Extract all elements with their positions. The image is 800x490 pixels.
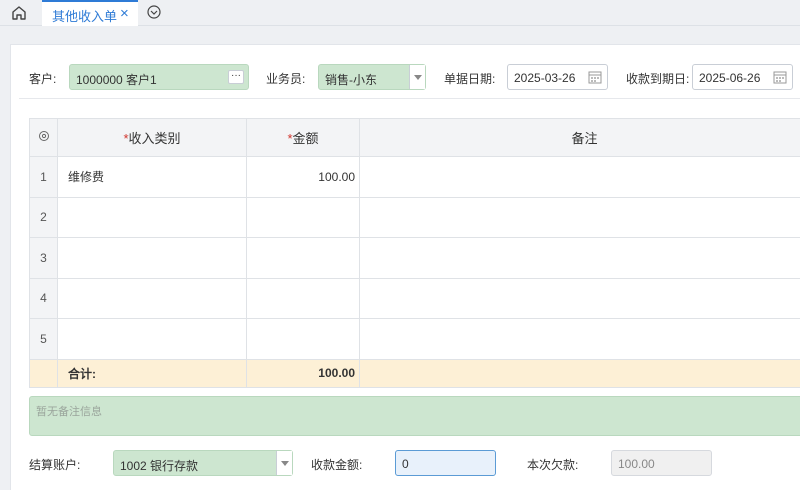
column-amount-label: 金额 [292, 131, 319, 146]
row-number: 1 [29, 156, 58, 198]
total-amount: 100.00 [246, 358, 360, 388]
amount-cell[interactable] [246, 277, 360, 319]
total-note [359, 358, 800, 388]
remark-placeholder: 暂无备注信息 [36, 406, 102, 418]
income-grid: *收入类别 *金额 备注 1 维修费 100.00 2 3 4 5 合计: 10… [29, 118, 800, 388]
total-row: 合计: 100.00 [29, 358, 800, 388]
total-spacer [29, 358, 58, 388]
row-number: 3 [29, 237, 58, 279]
table-row: 5 [29, 318, 800, 360]
column-note[interactable]: 备注 [359, 118, 800, 157]
due-date-field[interactable]: 2025-06-26 [692, 64, 793, 90]
chevron-down-icon[interactable] [409, 65, 425, 89]
doc-date-label: 单据日期: [444, 72, 496, 86]
received-amount-input[interactable]: 0 [395, 450, 496, 476]
note-cell[interactable] [359, 277, 800, 319]
column-category[interactable]: *收入类别 [57, 118, 247, 157]
amount-cell[interactable] [246, 318, 360, 360]
grid-header: *收入类别 *金额 备注 [29, 118, 800, 157]
home-icon[interactable] [10, 4, 28, 22]
column-amount[interactable]: *金额 [246, 118, 360, 157]
doc-date-value: 2025-03-26 [514, 71, 576, 85]
chevron-down-circle-icon[interactable] [146, 4, 162, 20]
chevron-down-icon[interactable] [276, 451, 292, 475]
table-row: 4 [29, 277, 800, 319]
customer-value: 1000000 客户1 [76, 73, 157, 87]
amount-cell[interactable] [246, 237, 360, 279]
close-icon[interactable]: × [120, 5, 129, 22]
category-cell[interactable] [57, 196, 247, 238]
column-settings[interactable] [29, 118, 58, 157]
note-cell[interactable] [359, 237, 800, 279]
header-divider [19, 98, 800, 99]
owed-value: 100.00 [618, 457, 655, 471]
salesperson-value: 销售-小东 [325, 73, 377, 87]
doc-date-field[interactable]: 2025-03-26 [507, 64, 608, 90]
received-label: 收款金额: [311, 458, 363, 472]
total-label: 合计: [57, 358, 247, 388]
ellipsis-icon[interactable]: ··· [228, 70, 244, 84]
owed-amount-field: 100.00 [611, 450, 712, 476]
tab-label: 其他收入单 [52, 9, 118, 24]
received-value: 0 [402, 457, 409, 471]
note-cell[interactable] [359, 156, 800, 198]
customer-label: 客户: [29, 72, 57, 86]
category-cell[interactable] [57, 237, 247, 279]
account-select[interactable]: 1002 银行存款 [113, 450, 293, 476]
column-category-label: 收入类别 [128, 131, 181, 146]
row-number: 5 [29, 318, 58, 360]
row-number: 4 [29, 277, 58, 319]
due-date-value: 2025-06-26 [699, 71, 761, 85]
row-number: 2 [29, 196, 58, 238]
note-cell[interactable] [359, 196, 800, 238]
account-label: 结算账户: [29, 458, 81, 472]
category-cell[interactable] [57, 277, 247, 319]
owed-label: 本次欠款: [527, 458, 579, 472]
calendar-icon[interactable] [588, 70, 602, 84]
category-cell[interactable] [57, 318, 247, 360]
calendar-icon[interactable] [773, 70, 787, 84]
customer-field[interactable]: 1000000 客户1 ··· [69, 64, 249, 90]
table-row: 3 [29, 237, 800, 279]
note-cell[interactable] [359, 318, 800, 360]
tab-bar: 其他收入单 × [0, 0, 800, 26]
salesperson-select[interactable]: 销售-小东 [318, 64, 426, 90]
amount-cell[interactable] [246, 196, 360, 238]
column-note-label: 备注 [571, 131, 598, 146]
due-date-label: 收款到期日: [626, 72, 690, 86]
category-cell[interactable]: 维修费 [57, 156, 247, 198]
account-value: 1002 银行存款 [120, 459, 199, 473]
tab-other-income[interactable]: 其他收入单 × [42, 0, 138, 26]
amount-cell[interactable]: 100.00 [246, 156, 360, 198]
settings-icon[interactable] [38, 130, 50, 142]
table-row: 2 [29, 196, 800, 238]
table-row: 1 维修费 100.00 [29, 156, 800, 198]
remark-textarea[interactable]: 暂无备注信息 [29, 396, 800, 436]
salesperson-label: 业务员: [266, 72, 306, 86]
